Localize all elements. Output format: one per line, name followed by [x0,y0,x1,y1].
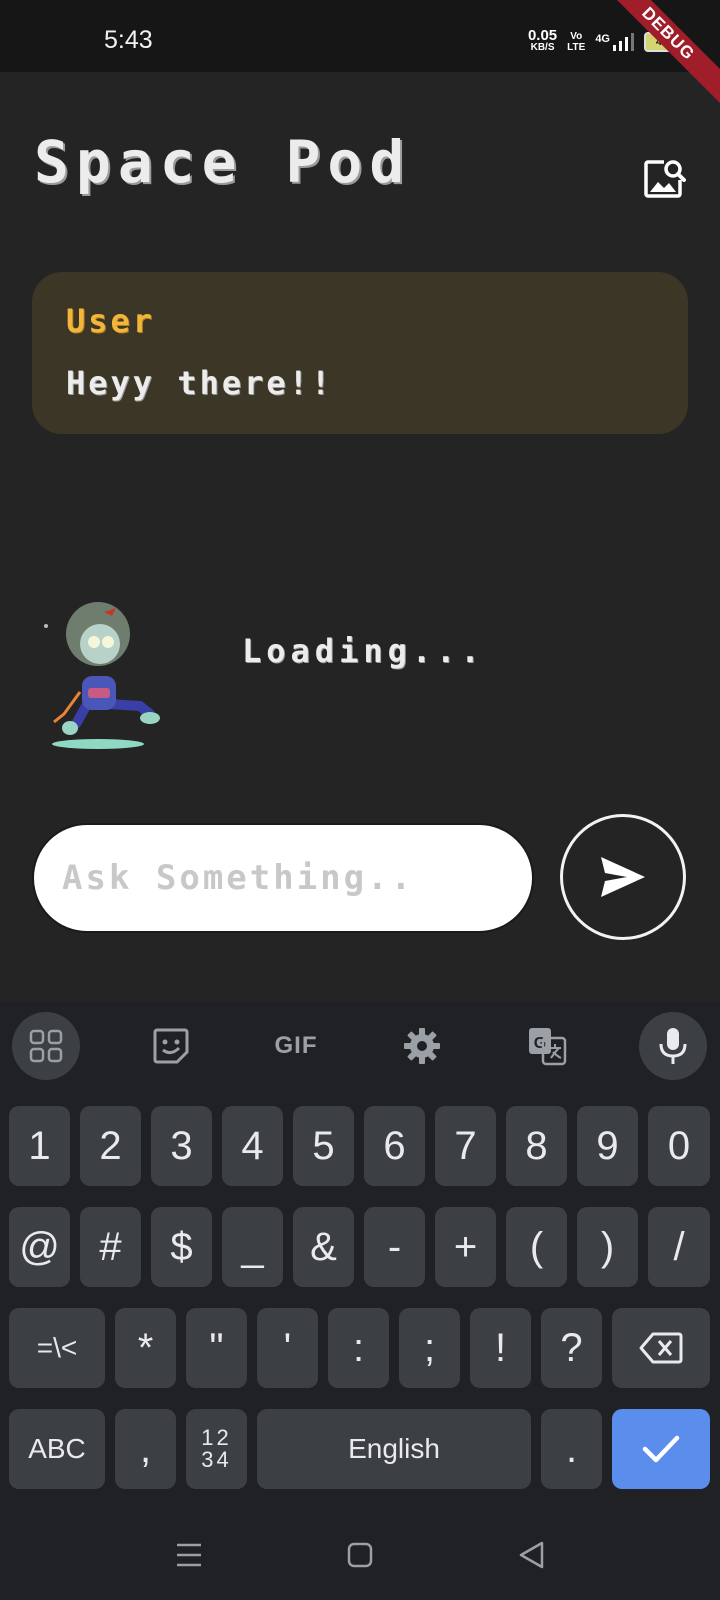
key-comma[interactable]: , [115,1409,176,1489]
key-hash[interactable]: # [80,1207,141,1287]
status-time: 5:43 [104,26,153,54]
key-semicolon[interactable]: ; [399,1308,460,1388]
numpad-key[interactable]: 12 34 [186,1409,247,1489]
key-question[interactable]: ? [541,1308,602,1388]
ask-input[interactable] [60,857,524,899]
key-dollar[interactable]: $ [151,1207,212,1287]
key-plus[interactable]: + [435,1207,496,1287]
numpad-label-bottom: 34 [201,1447,232,1472]
key-6[interactable]: 6 [364,1106,425,1186]
key-1[interactable]: 1 [9,1106,70,1186]
volte-indicator: Vo LTE [567,31,585,53]
nav-home-button[interactable] [335,1530,385,1580]
image-search-button[interactable] [640,154,688,202]
apps-grid-icon [29,1029,63,1063]
key-8[interactable]: 8 [506,1106,567,1186]
menu-icon [177,1543,201,1567]
system-navigation-bar [0,1510,720,1600]
image-search-icon [644,160,686,198]
backspace-icon [639,1332,683,1364]
network-type: 4G [595,33,610,45]
keyboard-toolbar: GIF G [0,1002,720,1092]
key-open-paren[interactable]: ( [506,1207,567,1287]
key-underscore[interactable]: _ [222,1207,283,1287]
send-icon [601,857,645,897]
sticker-icon [153,1028,189,1064]
key-single-quote[interactable]: ' [257,1308,318,1388]
send-button[interactable] [560,814,686,940]
key-5[interactable]: 5 [293,1106,354,1186]
network-speed-value: 0.05 [527,27,558,44]
signal-icon: 4G [595,33,634,51]
nav-back-button[interactable] [506,1530,556,1580]
mic-button[interactable] [639,1012,707,1080]
enter-key[interactable] [612,1409,710,1489]
network-speed: 0.05 KB/S [527,27,558,54]
key-2[interactable]: 2 [80,1106,141,1186]
message-role: User [66,302,156,340]
nav-menu-button[interactable] [164,1530,214,1580]
gif-button[interactable]: GIF [262,1012,330,1080]
key-close-paren[interactable]: ) [577,1207,638,1287]
key-minus[interactable]: - [364,1207,425,1287]
key-7[interactable]: 7 [435,1106,496,1186]
status-bar: 5:43 0.05 KB/S Vo LTE 4G 43 DEBUG [0,0,720,107]
astronaut-loading-illustration [44,602,160,749]
numpad-label: 12 34 [201,1427,231,1471]
key-9[interactable]: 9 [577,1106,638,1186]
key-double-quote[interactable]: " [186,1308,247,1388]
loading-text: Loading... [242,632,485,670]
key-slash[interactable]: / [648,1207,710,1287]
message-text: Heyy there!! [66,364,334,402]
sticker-button[interactable] [137,1012,205,1080]
key-exclamation[interactable]: ! [470,1308,531,1388]
key-period[interactable]: . [541,1409,602,1489]
network-speed-unit: KB/S [530,42,555,53]
space-key[interactable]: English [257,1409,531,1489]
key-colon[interactable]: : [328,1308,389,1388]
back-triangle-icon [519,1541,544,1569]
translate-button[interactable]: G [513,1012,581,1080]
app-title: Space Pod [34,128,412,196]
key-at[interactable]: @ [9,1207,70,1287]
key-4[interactable]: 4 [222,1106,283,1186]
gear-icon [404,1028,440,1064]
gif-label: GIF [274,1032,318,1059]
key-ampersand[interactable]: & [293,1207,354,1287]
backspace-key[interactable] [612,1308,710,1388]
key-asterisk[interactable]: * [115,1308,176,1388]
mic-icon [659,1028,687,1064]
settings-button[interactable] [388,1012,456,1080]
ask-input-container[interactable] [32,823,534,933]
user-message-bubble: User Heyy there!! [32,272,688,434]
key-0[interactable]: 0 [648,1106,710,1186]
check-icon [642,1435,680,1463]
abc-key[interactable]: ABC [9,1409,105,1489]
apps-grid-button[interactable] [12,1012,80,1080]
key-3[interactable]: 3 [151,1106,212,1186]
volte-bottom: LTE [567,42,586,53]
home-square-icon [347,1542,373,1568]
volte-top: Vo [570,31,583,42]
translate-icon: G [529,1028,567,1066]
numpad-label-top: 12 [201,1425,232,1450]
key-more-symbols[interactable]: =\< [9,1308,105,1388]
